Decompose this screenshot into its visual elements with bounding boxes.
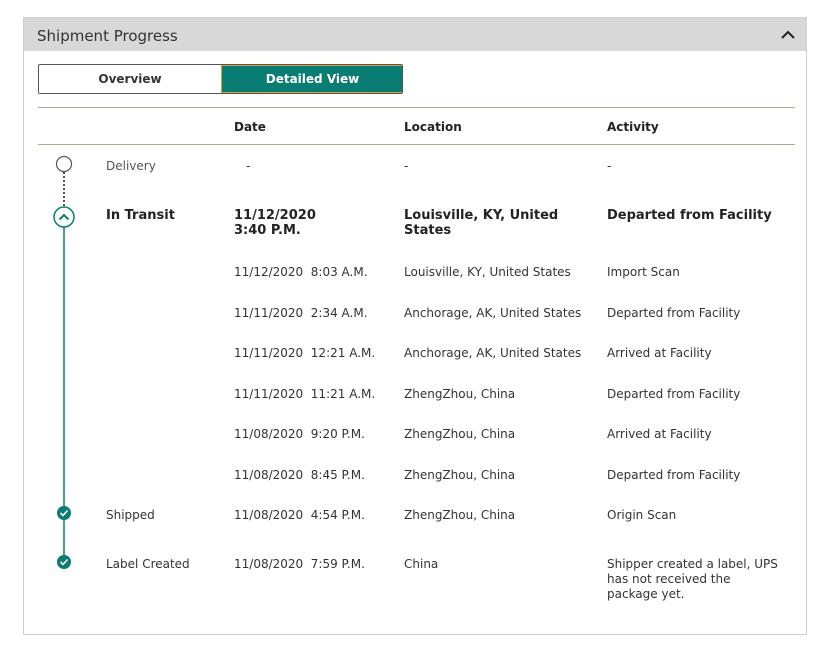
row-activity: Import Scan — [607, 265, 680, 279]
status-label-created: Label Created — [106, 557, 190, 571]
row-location: Louisville, KY, United States — [404, 208, 559, 238]
row-activity: Departed from Facility — [607, 208, 772, 223]
row-date: 11/11/2020 2:34 A.M. — [234, 306, 368, 320]
timeline — [53, 155, 75, 569]
row-date: 11/08/2020 4:54 P.M. — [234, 508, 365, 522]
row-activity: Departed from Facility — [607, 387, 741, 401]
in-transit-chevron-icon — [53, 206, 75, 228]
row-location: ZhengZhou, China — [404, 468, 516, 482]
row-date: 11/11/2020 11:21 A.M. — [234, 387, 376, 401]
row-location: ZhengZhou, China — [404, 387, 516, 401]
status-delivery: Delivery — [106, 159, 156, 173]
status-shipped: Shipped — [106, 508, 155, 522]
row-location: Louisville, KY, United States — [404, 265, 571, 279]
row-activity: Arrived at Facility — [607, 346, 712, 360]
shipment-progress-panel: Shipment Progress Overview Detailed View… — [23, 17, 807, 635]
row-activity: Origin Scan — [607, 508, 677, 522]
row-date: - — [246, 159, 251, 173]
row-date: 11/08/2020 8:45 P.M. — [234, 468, 365, 482]
row-activity: Departed from Facility — [607, 306, 741, 320]
label-created-check-icon — [57, 555, 71, 569]
row-date: 11/12/2020 3:40 P.M. — [234, 208, 316, 238]
status-in-transit: In Transit — [106, 208, 175, 223]
row-date: 11/08/2020 7:59 P.M. — [234, 557, 365, 571]
row-date: 11/08/2020 9:20 P.M. — [234, 427, 365, 441]
row-location: ZhengZhou, China — [404, 427, 516, 441]
row-date: 11/11/2020 12:21 A.M. — [234, 346, 376, 360]
row-location: China — [404, 557, 439, 571]
row-activity: - — [607, 159, 612, 173]
row-activity: Departed from Facility — [607, 468, 741, 482]
row-location: Anchorage, AK, United States — [404, 306, 582, 320]
row-date: 11/12/2020 8:03 A.M. — [234, 265, 368, 279]
pending-circle-icon — [55, 155, 73, 173]
row-location: Anchorage, AK, United States — [404, 346, 582, 360]
row-activity: Arrived at Facility — [607, 427, 712, 441]
shipped-check-icon — [57, 506, 71, 520]
row-activity: Shipper created a label, UPS has not rec… — [607, 557, 778, 601]
row-location: ZhengZhou, China — [404, 508, 516, 522]
row-location: - — [404, 159, 409, 173]
